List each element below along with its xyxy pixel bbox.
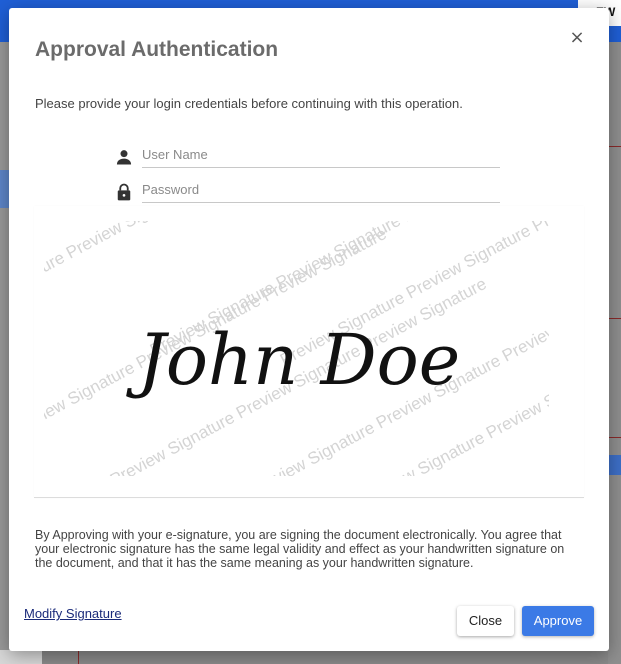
app-right-divider xyxy=(608,146,621,147)
approve-button[interactable]: Approve xyxy=(522,606,594,636)
app-right-button xyxy=(608,455,621,475)
dialog-title: Approval Authentication xyxy=(35,38,279,61)
dialog-intro-text: Please provide your login credentials be… xyxy=(35,96,463,111)
password-input[interactable] xyxy=(142,176,500,203)
lock-icon xyxy=(117,183,131,201)
signature-text: John Doe xyxy=(126,319,460,401)
signature-preview-canvas: Preview Signature Preview Signature Prev… xyxy=(34,206,549,476)
close-icon[interactable]: × xyxy=(567,28,587,48)
person-icon xyxy=(116,150,132,165)
signature-preview: Preview Signature Preview Signature Prev… xyxy=(34,206,584,498)
app-right-divider xyxy=(608,318,621,319)
app-left-bottom-area xyxy=(0,650,42,664)
close-button[interactable]: Close xyxy=(457,606,514,636)
app-right-divider xyxy=(608,437,621,438)
watermark-text: Preview Signature Preview Signature Prev… xyxy=(34,206,320,330)
app-right-panel xyxy=(608,42,621,664)
username-input[interactable] xyxy=(142,141,500,168)
username-field xyxy=(114,141,500,169)
legal-disclaimer: By Approving with your e-signature, you … xyxy=(35,528,565,570)
password-field xyxy=(114,176,500,204)
app-bottom-divider xyxy=(78,650,79,664)
modify-signature-link[interactable]: Modify Signature xyxy=(24,606,122,621)
approval-dialog: Approval Authentication × Please provide… xyxy=(9,8,609,651)
